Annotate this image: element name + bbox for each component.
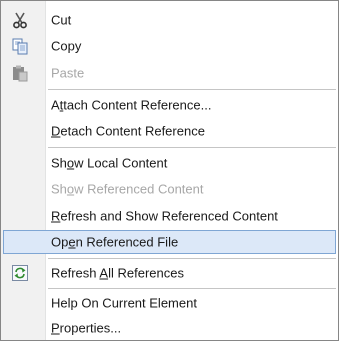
menu-item-help-on-current-element[interactable]: Help On Current Element [3,292,336,314]
menu-item-label: Refresh and Show Referenced Content [51,208,278,224]
context-menu: Cut Copy Paste Attach Content Reference.… [0,0,339,341]
menu-item-detach-content-reference[interactable]: Detach Content Reference [3,120,336,142]
menu-item-label: Refresh All References [51,265,184,281]
menu-item-show-local-content[interactable]: Show Local Content [3,152,336,174]
paste-icon [11,64,29,82]
menu-separator [48,147,336,148]
menu-item-label: Properties... [51,320,122,336]
menu-item-show-referenced-content[interactable]: Show Referenced Content [3,178,336,200]
menu-item-label: Cut [51,12,72,28]
menu-item-attach-content-reference[interactable]: Attach Content Reference... [3,94,336,116]
menu-item-properties[interactable]: Properties... [3,317,336,339]
menu-item-label: Paste [51,65,85,81]
menu-item-label: Open Referenced File [51,234,179,250]
scissors-icon [11,11,29,29]
menu-item-paste[interactable]: Paste [3,62,336,84]
menu-item-label: Show Referenced Content [51,181,204,197]
menu-item-refresh-all-references[interactable]: Refresh All References [3,262,336,284]
menu-item-refresh-and-show-referenced-content[interactable]: Refresh and Show Referenced Content [3,205,336,227]
menu-separator [48,288,336,289]
menu-item-open-referenced-file[interactable]: Open Referenced File [3,230,336,254]
menu-item-label: Help On Current Element [51,295,197,311]
menu-item-label: Copy [51,38,82,54]
copy-icon [11,37,29,55]
menu-item-copy[interactable]: Copy [3,35,336,57]
menu-item-label: Detach Content Reference [51,123,205,139]
menu-item-label: Attach Content Reference... [51,97,212,113]
menu-separator [48,258,336,259]
menu-item-cut[interactable]: Cut [3,9,336,31]
refresh-icon [11,264,29,282]
menu-separator [48,89,336,90]
menu-item-label: Show Local Content [51,155,168,171]
